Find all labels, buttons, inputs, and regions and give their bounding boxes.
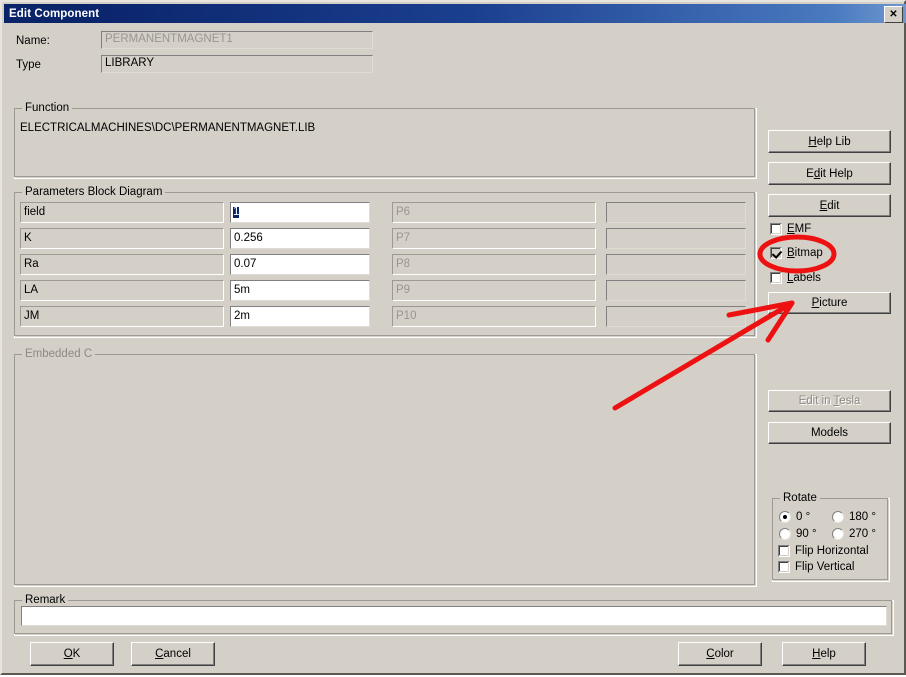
remark-groupbox-title: Remark xyxy=(22,594,69,606)
help-lib-label: Help Lib xyxy=(808,135,851,148)
type-field[interactable]: LIBRARY xyxy=(101,55,373,73)
embedded-c-groupbox-title: Embedded C xyxy=(22,348,96,360)
close-icon[interactable]: ✕ xyxy=(884,6,903,23)
param-name-0: field xyxy=(20,202,224,223)
param-name-6: P7 xyxy=(392,228,596,249)
help-button[interactable]: Help xyxy=(782,642,866,666)
rotate-radio-90-dot xyxy=(779,528,791,540)
edit-in-tesla-label: Edit in Tesla xyxy=(798,395,861,407)
param-name-3: LA xyxy=(20,280,224,301)
embedded-c-groupbox: Embedded C xyxy=(14,348,757,587)
param-value-5 xyxy=(606,202,746,223)
param-value-0[interactable]: 1 xyxy=(230,202,370,223)
function-path: ELECTRICALMACHINES\DC\PERMANENTMAGNET.LI… xyxy=(20,122,316,134)
param-value-2[interactable]: 0.07 xyxy=(230,254,370,275)
param-value-0-text: 1 xyxy=(233,205,240,219)
labels-checkbox-box xyxy=(770,272,782,284)
param-name-9: P10 xyxy=(392,306,596,327)
type-label: Type xyxy=(16,59,41,71)
ok-label: OK xyxy=(63,648,81,660)
edit-button[interactable]: Edit xyxy=(768,194,891,217)
param-value-4[interactable]: 2m xyxy=(230,306,370,327)
edit-help-label: Edit Help xyxy=(806,167,853,180)
color-button[interactable]: Color xyxy=(678,642,762,666)
param-name-8: P9 xyxy=(392,280,596,301)
window-title: Edit Component xyxy=(9,7,100,20)
rotate-radio-270-label: 270 ° xyxy=(849,528,876,540)
edit-in-tesla-button: Edit in Tesla xyxy=(768,390,891,412)
param-value-9 xyxy=(606,306,746,327)
param-value-3[interactable]: 5m xyxy=(230,280,370,301)
rotate-radio-270-dot xyxy=(832,528,844,540)
labels-checkbox[interactable]: Labels xyxy=(770,272,821,284)
edit-label: Edit xyxy=(819,199,840,212)
edit-help-button[interactable]: Edit Help xyxy=(768,162,891,185)
cancel-label: Cancel xyxy=(155,648,191,660)
param-name-2: Ra xyxy=(20,254,224,275)
picture-button[interactable]: Picture xyxy=(768,292,891,314)
emf-checkbox[interactable]: EMF xyxy=(770,223,811,235)
help-label: Help xyxy=(812,648,836,660)
param-value-8 xyxy=(606,280,746,301)
labels-checkbox-label: Labels xyxy=(787,272,821,284)
rotate-radio-180-label: 180 ° xyxy=(849,511,876,523)
emf-checkbox-label: EMF xyxy=(787,223,812,235)
rotate-radio-180[interactable]: 180 ° xyxy=(832,511,876,523)
param-value-7 xyxy=(606,254,746,275)
flip-horizontal-label: Flip Horizontal xyxy=(795,545,869,557)
rotate-radio-90[interactable]: 90 ° xyxy=(779,528,817,540)
models-button[interactable]: Models xyxy=(768,422,891,444)
rotate-radio-180-dot xyxy=(832,511,844,523)
bitmap-checkbox-label: Bitmap xyxy=(787,247,823,259)
function-groupbox-title: Function xyxy=(22,102,73,114)
function-groupbox: Function xyxy=(14,102,757,179)
rotate-radio-0-dot xyxy=(779,511,791,523)
rotate-radio-0-label: 0 ° xyxy=(796,511,811,523)
param-name-4: JM xyxy=(20,306,224,327)
flip-horizontal-checkbox[interactable]: Flip Horizontal xyxy=(778,545,869,557)
color-label: Color xyxy=(706,648,734,660)
rotate-radio-90-label: 90 ° xyxy=(796,528,817,540)
param-value-6 xyxy=(606,228,746,249)
name-field: PERMANENTMAGNET1 xyxy=(101,31,373,49)
help-lib-button[interactable]: Help Lib xyxy=(768,130,891,153)
flip-vertical-checkbox-box xyxy=(778,561,790,573)
bitmap-checkbox-box xyxy=(770,247,782,259)
bitmap-checkbox[interactable]: Bitmap xyxy=(770,247,823,259)
flip-vertical-label: Flip Vertical xyxy=(795,561,855,573)
param-name-1: K xyxy=(20,228,224,249)
edit-component-dialog: Edit Component ✕ Name: PERMANENTMAGNET1 … xyxy=(0,0,906,675)
emf-checkbox-box xyxy=(770,223,782,235)
remark-input[interactable] xyxy=(21,606,887,626)
rotate-radio-270[interactable]: 270 ° xyxy=(832,528,876,540)
ok-button[interactable]: OK xyxy=(30,642,114,666)
cancel-button[interactable]: Cancel xyxy=(131,642,215,666)
models-label: Models xyxy=(810,427,849,439)
rotate-radio-0[interactable]: 0 ° xyxy=(779,511,810,523)
parameters-groupbox-title: Parameters Block Diagram xyxy=(22,186,166,198)
title-bar: Edit Component ✕ xyxy=(4,4,906,23)
param-name-7: P8 xyxy=(392,254,596,275)
flip-horizontal-checkbox-box xyxy=(778,545,790,557)
name-label: Name: xyxy=(16,35,50,47)
rotate-groupbox-title: Rotate xyxy=(780,492,820,504)
param-name-5: P6 xyxy=(392,202,596,223)
param-value-1[interactable]: 0.256 xyxy=(230,228,370,249)
picture-label: Picture xyxy=(811,297,848,309)
flip-vertical-checkbox[interactable]: Flip Vertical xyxy=(778,561,854,573)
